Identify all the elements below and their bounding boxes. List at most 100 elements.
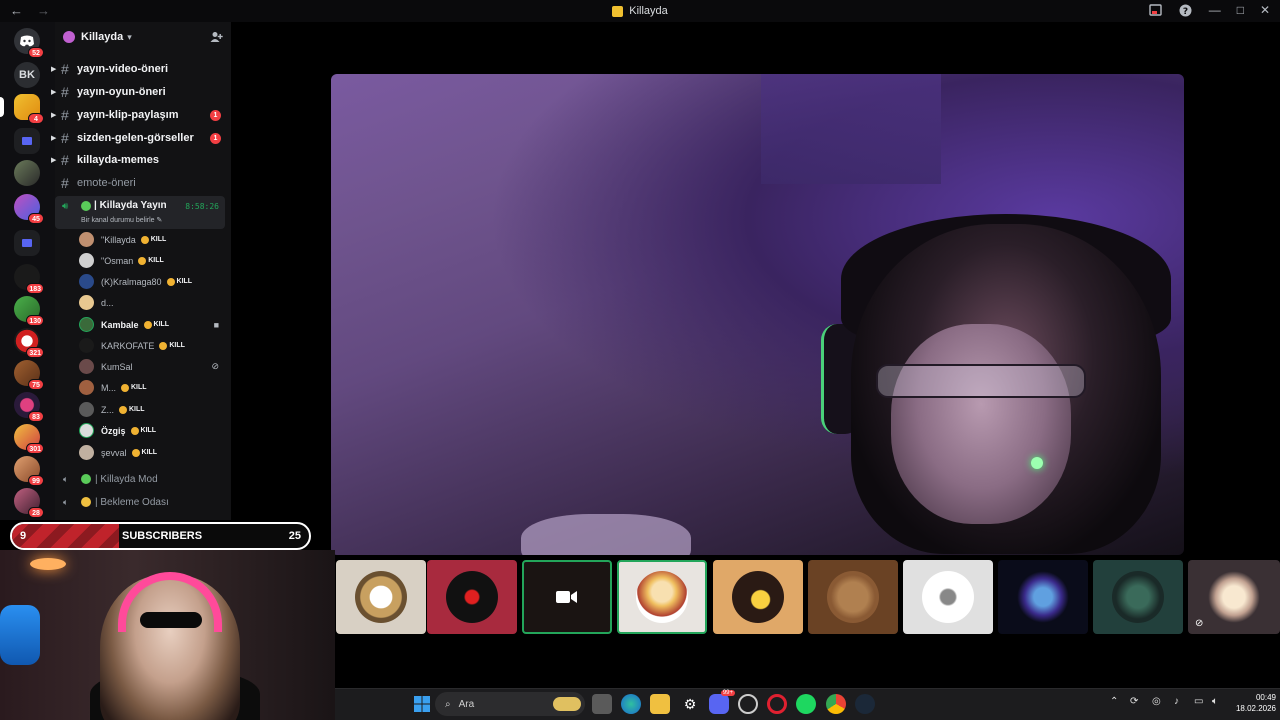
channel-item[interactable]: ▶ # killayda-memes: [51, 150, 231, 170]
server-item[interactable]: 99: [14, 456, 44, 486]
taskbar-clock[interactable]: 00:49 18.02.2026: [1232, 692, 1276, 714]
unread-badge: 4: [28, 113, 44, 124]
window-title-text: Killayda: [629, 5, 668, 17]
channel-status-setter[interactable]: Bir kanal durumu belirle ✎: [81, 216, 162, 224]
voice-member[interactable]: Kambale KILL ■: [79, 315, 225, 334]
tray-app-icon[interactable]: ◎: [1152, 696, 1161, 707]
direct-messages-button[interactable]: 52: [14, 28, 44, 58]
channel-item[interactable]: ▶ # yayın-video-öneri: [51, 59, 231, 79]
channel-item[interactable]: ▶ # yayın-oyun-öneri: [51, 82, 231, 102]
voice-member[interactable]: şevval KILL: [79, 443, 225, 462]
member-tag: KILL: [143, 320, 169, 329]
participant-tile[interactable]: [808, 560, 898, 634]
member-tag: KILL: [159, 341, 185, 350]
voice-channel-active[interactable]: 🔊︎ | Killayda Yayın 8:58:26 Bir kanal du…: [55, 196, 225, 229]
server-bk[interactable]: BK: [14, 62, 40, 88]
channel-sidebar: Killayda ▾ ▶ # yayın-video-öneri ▶ # yayın…: [51, 22, 231, 520]
participant-tile[interactable]: [427, 560, 517, 634]
chevron-up-icon[interactable]: ⌃: [1110, 696, 1118, 707]
steam-icon[interactable]: [855, 694, 875, 714]
voice-channel-name: | Killayda Mod: [95, 473, 158, 485]
server-item[interactable]: 75: [14, 360, 44, 390]
add-user-icon[interactable]: [210, 31, 223, 43]
channel-item[interactable]: # emote-öneri: [55, 173, 231, 193]
chevron-down-icon: ▾: [127, 31, 132, 42]
windows-start-icon[interactable]: [412, 694, 432, 714]
settings-gear-icon[interactable]: ⚙: [680, 694, 700, 714]
help-icon[interactable]: ?: [1179, 3, 1193, 17]
camera-icon: ■: [213, 319, 219, 330]
channel-name: killayda-memes: [77, 154, 159, 166]
speaker-icon: 🔈︎: [63, 496, 69, 507]
voice-channel[interactable]: 🔈︎ | Killayda Mod: [55, 469, 225, 489]
maximize-button[interactable]: □: [1237, 3, 1244, 17]
participant-tile-camera[interactable]: [522, 560, 612, 634]
emoji-icon: [166, 277, 175, 286]
participant-tile[interactable]: [998, 560, 1088, 634]
app-taskbar-icon[interactable]: [738, 694, 758, 714]
server-header[interactable]: Killayda ▾: [55, 22, 231, 52]
voice-channel-name: | Bekleme Odası: [95, 496, 169, 508]
member-name: Özgiş: [101, 425, 126, 436]
channel-item[interactable]: ▶ # sizden-gelen-görseller 1: [51, 128, 231, 148]
voice-member[interactable]: M... KILL: [79, 378, 225, 397]
voice-member[interactable]: d...: [79, 293, 225, 312]
minimize-button[interactable]: —: [1209, 3, 1221, 17]
avatar: [1208, 571, 1260, 623]
chrome-icon[interactable]: [826, 694, 846, 714]
voice-member[interactable]: KumSal ⊘: [79, 357, 225, 376]
sync-icon[interactable]: ⟳: [1130, 696, 1138, 707]
voice-channel[interactable]: 🔈︎ | Bekleme Odası: [55, 492, 225, 512]
title-bar: ← → Killayda ? — □ ✕: [0, 0, 1280, 22]
participant-tile[interactable]: [903, 560, 993, 634]
unread-badge: 45: [28, 213, 44, 224]
server-killayda[interactable]: 4: [0, 94, 44, 124]
member-name: M...: [101, 382, 116, 393]
participant-tile[interactable]: [1093, 560, 1183, 634]
caret-right-icon: ▶: [51, 135, 57, 142]
edge-browser-icon[interactable]: [621, 694, 641, 714]
opera-icon[interactable]: [767, 694, 787, 714]
inbox-icon[interactable]: [1149, 3, 1163, 17]
server-item[interactable]: 183: [14, 264, 44, 294]
hash-icon: #: [61, 107, 69, 123]
taskbar-search[interactable]: ⌕ Ara: [435, 692, 585, 716]
participant-tile[interactable]: ⊘: [1188, 560, 1280, 634]
avatar: [636, 571, 688, 623]
file-explorer-icon[interactable]: [650, 694, 670, 714]
server-item[interactable]: 28: [14, 488, 44, 518]
subscriber-goal: 25: [288, 530, 301, 542]
voice-member[interactable]: KARKOFATE KILL: [79, 336, 225, 355]
discord-taskbar-icon[interactable]: 99+: [709, 690, 735, 714]
voice-member[interactable]: (K)Kralmaga80 KILL: [79, 272, 225, 291]
voice-member[interactable]: "Osman KILL: [79, 251, 225, 270]
server-item[interactable]: [14, 160, 40, 186]
network-icon[interactable]: ▭: [1194, 696, 1203, 707]
participant-tile[interactable]: [713, 560, 803, 634]
avatar: [1112, 571, 1164, 623]
participant-tile[interactable]: [336, 560, 426, 634]
voice-member[interactable]: "Killayda KILL: [79, 230, 225, 249]
emoji-icon: [130, 426, 139, 435]
server-item[interactable]: 321: [14, 328, 44, 358]
voice-member[interactable]: Z... KILL: [79, 400, 225, 419]
avatar: [79, 232, 94, 247]
server-item[interactable]: 130: [14, 296, 44, 326]
microphone-icon[interactable]: ♪: [1174, 696, 1179, 707]
channel-item[interactable]: ▶ # yayın-klip-paylaşım 1: [51, 105, 231, 125]
voice-member[interactable]: Özgiş KILL: [79, 421, 225, 440]
server-item[interactable]: 45: [14, 194, 44, 224]
participant-tile[interactable]: [617, 560, 707, 634]
focused-video-stream[interactable]: [331, 74, 1184, 555]
emoji-icon: [159, 341, 168, 350]
task-view-icon[interactable]: [592, 694, 612, 714]
server-folder-2[interactable]: [14, 230, 40, 256]
close-button[interactable]: ✕: [1260, 3, 1270, 17]
server-item[interactable]: 301: [14, 424, 44, 454]
server-item[interactable]: 83: [14, 392, 44, 422]
spotify-icon[interactable]: [796, 694, 816, 714]
folder-icon: [14, 128, 40, 154]
member-name: d...: [101, 297, 114, 308]
volume-icon[interactable]: 🔈︎: [1212, 696, 1218, 707]
server-folder-1[interactable]: [14, 128, 40, 154]
